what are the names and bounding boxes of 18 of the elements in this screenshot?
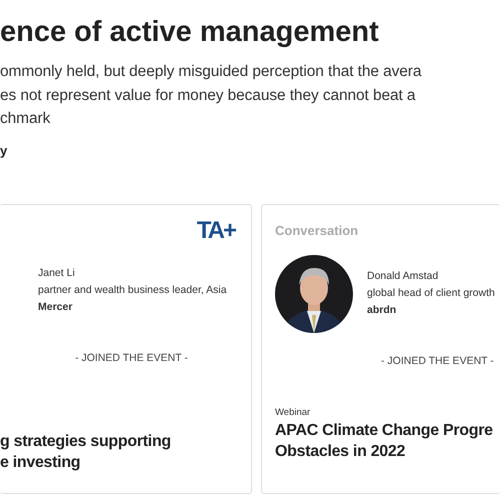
speaker-name: Janet Li <box>38 266 76 281</box>
card-label: Conversation <box>275 222 358 240</box>
article-summary: ommonly held, but deeply misguided perception that the avera es not represent value for money because they cannot beat a chmark <box>0 62 422 129</box>
speaker-company: abrdn <box>367 303 398 318</box>
joined-status: - JOINED THE EVENT - <box>75 352 188 364</box>
article-title: ence of active management <box>0 15 380 50</box>
event-title[interactable]: APAC Climate Change Progre Obstacles in 2022 <box>275 420 500 462</box>
speaker-role: global head of client growth <box>367 286 495 301</box>
event-card[interactable]: Conversation Donald Amstad global head of client growth abrdn - JOINED THE EVENT - Webinar APAC Climate Change Progre Obstacles in 2022 <box>261 204 500 494</box>
speaker-name: Donald Amstad <box>367 269 440 284</box>
speaker-company: Mercer <box>38 300 74 315</box>
event-card[interactable]: TA+ Janet Li partner and wealth business leader, Asia Mercer - JOINED THE EVENT - g strategies supporting e investing <box>0 204 252 494</box>
event-title[interactable]: g strategies supporting e investing <box>0 430 251 472</box>
speaker-role: partner and wealth business leader, Asia <box>38 283 227 298</box>
event-logo: TA+ <box>196 218 235 246</box>
event-type: Webinar <box>275 406 312 418</box>
joined-status: - JOINED THE EVENT - <box>381 354 494 366</box>
byline: y <box>0 142 8 158</box>
